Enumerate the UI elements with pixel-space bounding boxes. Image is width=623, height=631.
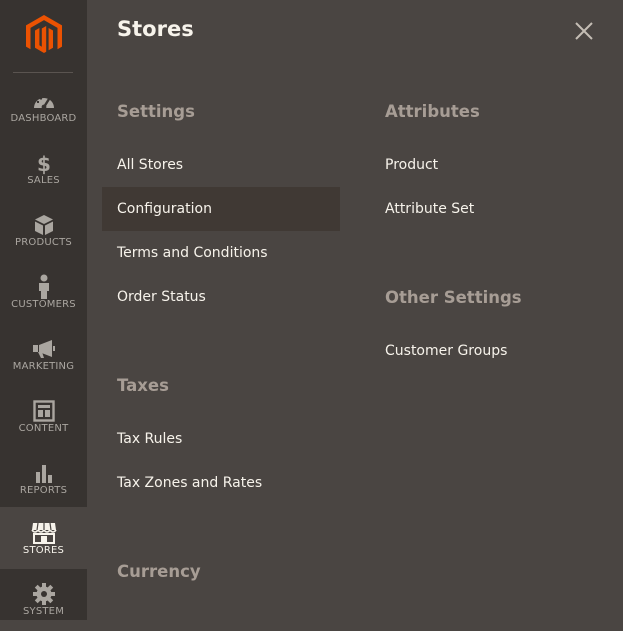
menu-link-tax-zones-and-rates[interactable]: Tax Zones and Rates	[102, 461, 340, 505]
nav-item-label: SYSTEM	[22, 606, 65, 617]
magento-logo[interactable]	[0, 0, 87, 72]
nav-item-label: STORES	[22, 545, 65, 556]
menu-link-product[interactable]: Product	[370, 143, 608, 187]
nav-item-sales[interactable]: $ SALES	[0, 141, 87, 203]
svg-text:$: $	[37, 152, 51, 175]
section-title-settings: Settings	[117, 102, 195, 121]
menu-link-terms-and-conditions[interactable]: Terms and Conditions	[102, 231, 340, 275]
menu-link-order-status[interactable]: Order Status	[102, 275, 340, 319]
nav-item-customers[interactable]: CUSTOMERS	[0, 265, 87, 327]
menu-link-tax-rules[interactable]: Tax Rules	[102, 417, 340, 461]
magento-logo-icon	[25, 15, 62, 53]
nav-item-label: SALES	[27, 175, 60, 186]
menu-link-attribute-set[interactable]: Attribute Set	[370, 187, 608, 231]
section-title-taxes: Taxes	[117, 376, 169, 395]
menu-link-configuration[interactable]: Configuration	[102, 187, 340, 231]
section-title-other-settings: Other Settings	[385, 288, 522, 307]
stores-menu-panel: Stores Settings All Stores Configuration…	[87, 0, 623, 620]
nav-item-label: CUSTOMERS	[11, 299, 76, 310]
section-title-attributes: Attributes	[385, 102, 480, 121]
nav-item-label: DASHBOARD	[10, 113, 77, 124]
nav-item-dashboard[interactable]: DASHBOARD	[0, 79, 87, 141]
panel-title: Stores	[117, 17, 194, 41]
admin-sidebar: DASHBOARD $ SALES PRODUCTS CUSTOMERS MAR…	[0, 0, 87, 620]
bar-chart-icon	[35, 465, 52, 483]
close-icon	[575, 22, 593, 40]
storefront-icon	[30, 522, 57, 544]
nav-item-reports[interactable]: REPORTS	[0, 451, 87, 513]
dollar-icon: $	[37, 152, 51, 175]
nav-item-products[interactable]: PRODUCTS	[0, 203, 87, 265]
nav-item-label: MARKETING	[12, 361, 75, 372]
megaphone-icon	[32, 340, 55, 358]
nav-item-marketing[interactable]: MARKETING	[0, 327, 87, 389]
close-button[interactable]	[573, 20, 595, 42]
dashboard-gauge-icon	[33, 96, 54, 110]
nav-item-label: CONTENT	[18, 423, 69, 434]
nav-item-label: REPORTS	[19, 485, 68, 496]
nav-item-content[interactable]: CONTENT	[0, 389, 87, 451]
menu-link-all-stores[interactable]: All Stores	[102, 143, 340, 187]
section-title-currency: Currency	[117, 562, 201, 581]
nav-item-stores[interactable]: STORES	[0, 507, 87, 569]
nav-item-label: PRODUCTS	[15, 237, 72, 248]
person-icon	[38, 274, 49, 299]
nav-item-system[interactable]: SYSTEM	[0, 569, 87, 631]
gear-icon	[32, 583, 55, 605]
box-icon	[34, 215, 53, 235]
menu-link-customer-groups[interactable]: Customer Groups	[370, 329, 608, 373]
layout-icon	[32, 400, 55, 422]
logo-divider	[13, 72, 73, 73]
